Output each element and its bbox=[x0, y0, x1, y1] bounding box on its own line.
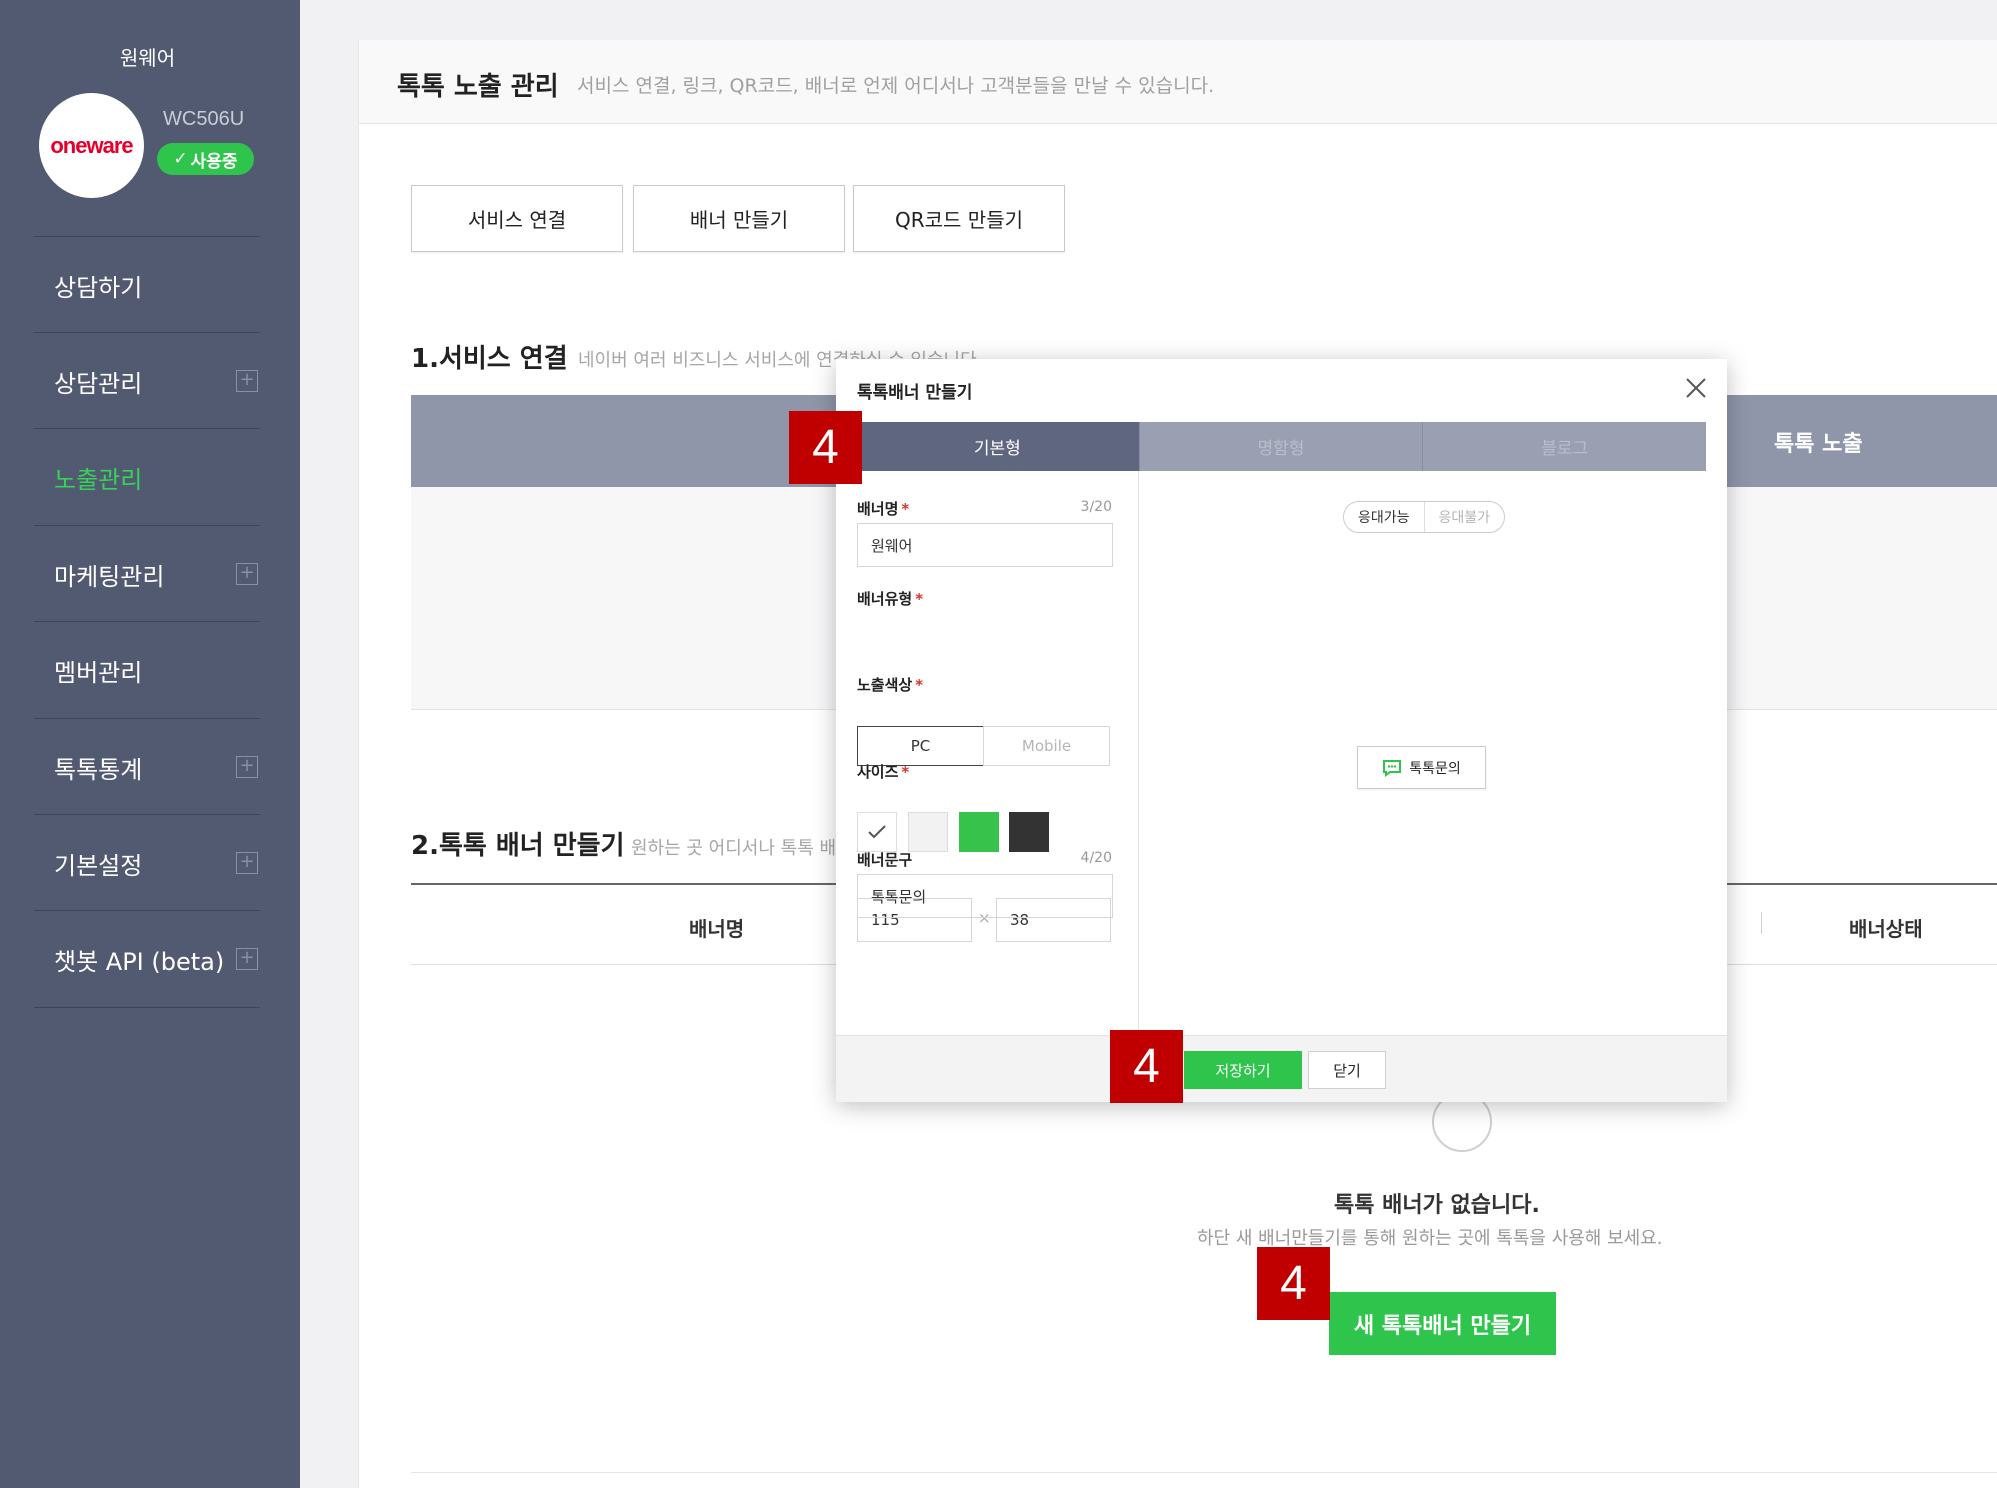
banner-form: 배너명 * 3/20 원웨어 배너유형 * PC Mobile 노출색상 * 사이즈 *… bbox=[836, 471, 1139, 1035]
bottom-rule bbox=[411, 1472, 1997, 1473]
service-link-button[interactable]: 서비스 연결 bbox=[411, 185, 623, 252]
sidebar-item-label: 챗봇 API (beta) bbox=[54, 947, 225, 976]
sidebar-item-label: 기본설정 bbox=[54, 851, 143, 880]
sidebar-item-marketing[interactable]: 마케팅관리 + bbox=[34, 526, 260, 622]
account-name: 원웨어 bbox=[119, 46, 176, 70]
modal-footer: 저장하기 닫기 bbox=[836, 1035, 1727, 1102]
sidebar-item-label: 톡톡통계 bbox=[54, 755, 143, 784]
expand-plus-icon[interactable]: + bbox=[236, 370, 258, 392]
step-marker: 4 bbox=[1110, 1030, 1183, 1103]
section-title-banner: 2.톡톡 배너 만들기 bbox=[411, 831, 625, 861]
sidebar-item-exposure[interactable]: 노출관리 bbox=[34, 429, 260, 525]
account-id: WC506U bbox=[163, 108, 245, 130]
toggle-unavailable[interactable]: 응대불가 bbox=[1423, 502, 1505, 532]
section-title-service: 1.서비스 연결 bbox=[411, 344, 568, 374]
step-marker: 4 bbox=[1257, 1247, 1330, 1320]
nav-divider bbox=[34, 1007, 260, 1008]
sidebar-item-consult[interactable]: 상담하기 bbox=[34, 237, 260, 333]
swatch-dark[interactable] bbox=[1009, 812, 1049, 852]
tab-basic[interactable]: 기본형 bbox=[856, 422, 1139, 471]
banner-name-input[interactable]: 원웨어 bbox=[857, 523, 1113, 567]
tab-card[interactable]: 명함형 bbox=[1138, 422, 1423, 471]
toggle-available[interactable]: 응대가능 bbox=[1344, 502, 1424, 532]
banner-modal: 톡톡배너 만들기 기본형 명함형 블로그 배너명 * 3/20 원웨어 배너유형 *… bbox=[836, 359, 1727, 1102]
sidebar-item-label: 상담하기 bbox=[54, 273, 143, 302]
expand-plus-icon[interactable]: + bbox=[236, 756, 258, 778]
banner-text-input[interactable]: 톡톡문의 bbox=[857, 874, 1113, 918]
close-button[interactable]: 닫기 bbox=[1308, 1051, 1386, 1089]
swatch-light-gray[interactable] bbox=[908, 812, 948, 852]
size-label: 사이즈 * bbox=[857, 763, 910, 781]
sidebar-item-chatbot-api[interactable]: 챗봇 API (beta) + bbox=[34, 911, 260, 1007]
modal-tabs: 기본형 명함형 블로그 bbox=[856, 422, 1707, 471]
status-badge: ✓ 사용중 bbox=[157, 143, 254, 175]
status-badge-label: 사용중 bbox=[190, 151, 238, 172]
type-mobile-option[interactable]: Mobile bbox=[983, 726, 1110, 766]
swatch-white[interactable] bbox=[857, 812, 897, 852]
make-banner-button[interactable]: 배너 만들기 bbox=[633, 185, 845, 252]
sidebar-item-settings[interactable]: 기본설정 + bbox=[34, 815, 260, 911]
modal-title: 톡톡배너 만들기 bbox=[857, 383, 973, 403]
section-subtitle-banner: 원하는 곳 어디서나 톡톡 배 bbox=[631, 838, 837, 859]
sidebar-item-consult-manage[interactable]: 상담관리 + bbox=[34, 333, 260, 429]
banner-preview-label: 톡톡문의 bbox=[1409, 760, 1461, 777]
required-mark: * bbox=[901, 763, 910, 781]
column-separator bbox=[1761, 912, 1762, 934]
close-icon[interactable] bbox=[1683, 375, 1709, 401]
make-qr-button[interactable]: QR코드 만들기 bbox=[853, 185, 1065, 252]
empty-state-title: 톡톡 배너가 없습니다. bbox=[1334, 1193, 1540, 1218]
column-header-banner-status: 배너상태 bbox=[1849, 917, 1923, 941]
banner-text-count: 4/20 bbox=[1080, 850, 1112, 866]
expand-plus-icon[interactable]: + bbox=[236, 563, 258, 585]
sidebar-item-stats[interactable]: 톡톡통계 + bbox=[34, 719, 260, 815]
banner-name-count: 3/20 bbox=[1080, 499, 1112, 515]
sidebar-item-label: 노출관리 bbox=[54, 465, 143, 494]
sidebar-item-members[interactable]: 멤버관리 bbox=[34, 622, 260, 718]
type-pc-option[interactable]: PC bbox=[857, 726, 984, 766]
column-header-banner-name: 배너명 bbox=[689, 917, 745, 941]
oneware-logo: oneware bbox=[50, 132, 133, 158]
sidebar-item-label: 멤버관리 bbox=[54, 658, 143, 687]
avatar[interactable]: oneware bbox=[39, 93, 144, 198]
expand-plus-icon[interactable]: + bbox=[236, 948, 258, 970]
required-mark: * bbox=[915, 676, 924, 694]
banner-type-label: 배너유형 * bbox=[857, 590, 924, 608]
banner-text-label: 배너문구 bbox=[857, 851, 913, 869]
step-marker: 4 bbox=[789, 411, 862, 484]
availability-toggle[interactable]: 응대가능 응대불가 bbox=[1343, 501, 1505, 533]
swatch-green[interactable] bbox=[959, 812, 999, 852]
column-header-exposure: 톡톡 노출 bbox=[1774, 432, 1863, 457]
exposure-color-label: 노출색상 * bbox=[857, 676, 924, 694]
talk-bubble-icon bbox=[1383, 759, 1402, 777]
sidebar-item-label: 마케팅관리 bbox=[54, 562, 165, 591]
save-button[interactable]: 저장하기 bbox=[1184, 1051, 1302, 1089]
page-title: 톡톡 노출 관리 bbox=[397, 72, 559, 102]
page-header: 톡톡 노출 관리 서비스 연결, 링크, QR코드, 배너로 언제 어디서나 고… bbox=[359, 40, 1997, 124]
required-mark: * bbox=[901, 500, 910, 518]
check-icon: ✓ bbox=[173, 149, 188, 169]
banner-preview: 톡톡문의 bbox=[1357, 746, 1486, 789]
banner-name-label: 배너명 * bbox=[857, 500, 910, 518]
required-mark: * bbox=[915, 590, 924, 608]
check-icon bbox=[868, 825, 886, 839]
tab-blog[interactable]: 블로그 bbox=[1422, 422, 1707, 471]
expand-plus-icon[interactable]: + bbox=[236, 852, 258, 874]
sidebar-item-label: 상담관리 bbox=[54, 369, 143, 398]
page-subtitle: 서비스 연결, 링크, QR코드, 배너로 언제 어디서나 고객분들을 만날 수… bbox=[577, 75, 1215, 97]
new-banner-button[interactable]: 새 톡톡배너 만들기 bbox=[1329, 1292, 1556, 1355]
sidebar: 원웨어 oneware WC506U ✓ 사용중 상담하기 상담관리 + 노출관… bbox=[0, 0, 300, 1488]
